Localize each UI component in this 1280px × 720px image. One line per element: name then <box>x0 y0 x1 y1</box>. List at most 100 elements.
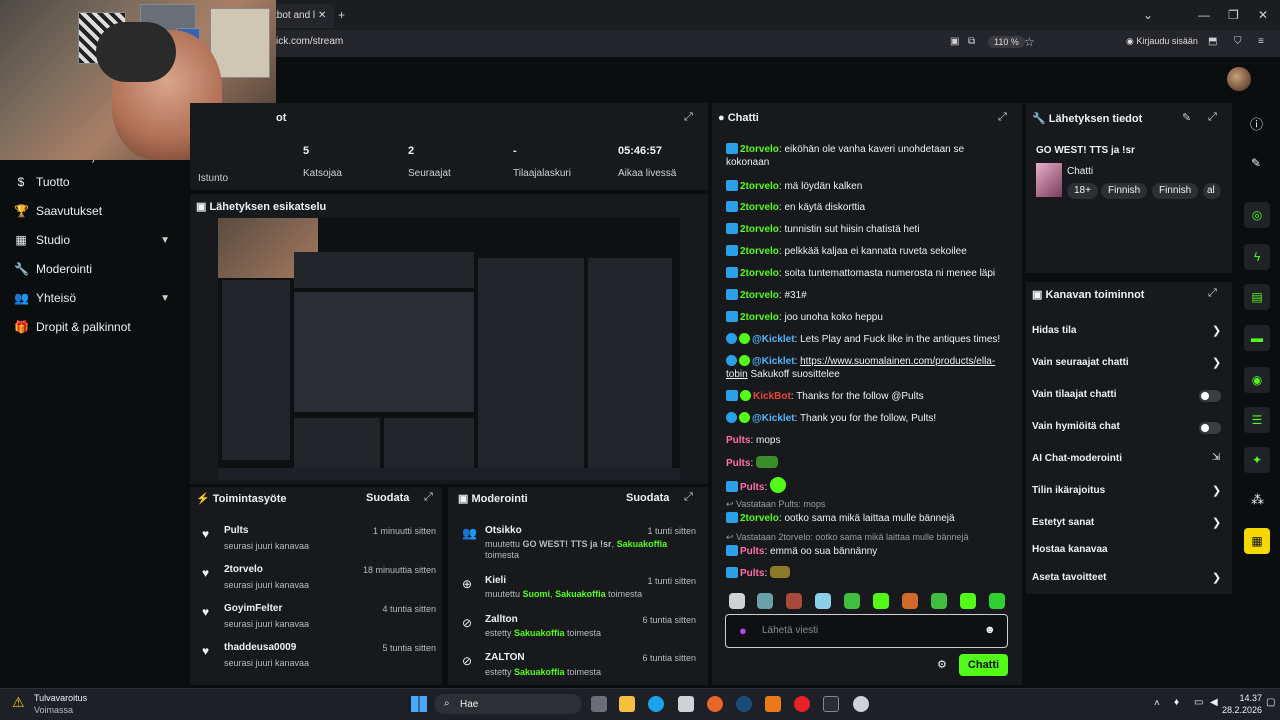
document-icon[interactable]: ▤ <box>1244 284 1270 310</box>
expand-icon[interactable]: ⤢ <box>998 111 1007 124</box>
weather-title[interactable]: Tulvavaroitus <box>34 693 87 703</box>
gear-icon[interactable]: ⚙ <box>937 658 947 671</box>
close-window-icon[interactable]: ✕ <box>1258 8 1268 22</box>
settings-icon[interactable] <box>853 696 869 712</box>
emote-icon[interactable] <box>902 593 918 609</box>
activity-filter-button[interactable]: Suodata <box>366 492 409 504</box>
tab-list-icon[interactable]: ⌄ <box>1143 8 1153 22</box>
shield-icon[interactable]: ⛉ <box>1234 36 1242 47</box>
lightning-icon[interactable]: ϟ <box>1244 244 1270 270</box>
expand-icon[interactable]: ⤢ <box>684 111 693 124</box>
login-button[interactable]: ◉ Kirjaudu sisään <box>1126 36 1198 47</box>
file-explorer-icon[interactable] <box>619 696 635 712</box>
emote-icon[interactable] <box>844 593 860 609</box>
emote-icon[interactable] <box>786 593 802 609</box>
screenshot-icon[interactable]: ⧉ <box>968 36 975 47</box>
activity-user[interactable]: thaddeusa0009 <box>224 642 296 653</box>
clock-time[interactable]: 14.37 <box>1220 693 1262 703</box>
chevron-right-icon[interactable]: ❯ <box>1212 571 1221 584</box>
microphone-tray-icon[interactable]: ♦ <box>1174 697 1179 708</box>
notification-icon[interactable]: ▢ <box>1266 697 1275 708</box>
terminal-icon[interactable] <box>823 696 839 712</box>
chat-input[interactable]: Lähetä viesti <box>762 625 818 636</box>
blocked-words-item[interactable]: Estetyt sanat <box>1032 517 1094 528</box>
info-icon[interactable]: ⓘ <box>1250 114 1263 133</box>
sidebar-item-yhteiso[interactable]: 👥 Yhteisö ▼ <box>14 291 182 305</box>
emote-icon[interactable] <box>757 593 773 609</box>
emote-icon[interactable] <box>815 593 831 609</box>
chevron-up-icon[interactable]: ˄ <box>1154 698 1160 709</box>
emote-picker-icon[interactable] <box>729 593 745 609</box>
firefox-icon[interactable] <box>707 696 723 712</box>
stream-info-title: 🔧 Lähetyksen tiedot <box>1032 112 1142 125</box>
vlc-icon[interactable] <box>765 696 781 712</box>
moderation-filter-button[interactable]: Suodata <box>626 492 669 504</box>
sidebar-item-moderointi[interactable]: 🔧 Moderointi <box>14 262 182 276</box>
sidebar-item-dropit[interactable]: 🎁 Dropit & palkinnot <box>14 320 182 334</box>
ai-moderation-item[interactable]: AI Chat-moderointi <box>1032 453 1122 464</box>
emote-only-toggle[interactable] <box>1199 422 1221 434</box>
broadcast-icon[interactable]: ◉ <box>1244 367 1270 393</box>
pencil-icon[interactable]: ✎ <box>1251 156 1261 170</box>
clock-date[interactable]: 28.2.2026 <box>1212 705 1262 715</box>
emote-icon[interactable] <box>960 593 976 609</box>
emoji-icon[interactable]: ☻ <box>984 624 996 636</box>
sidebar-item-tuotto[interactable]: $ Tuotto <box>14 175 182 189</box>
send-button[interactable]: Chatti <box>959 654 1008 676</box>
activity-user[interactable]: GoyimFelter <box>224 603 282 614</box>
extensions-icon[interactable]: ⬒ <box>1208 36 1217 47</box>
menu-icon[interactable]: ≡ <box>1258 36 1264 47</box>
age-restriction-item[interactable]: Tilin ikärajoitus <box>1032 485 1105 496</box>
expand-icon[interactable]: ⤢ <box>1208 111 1217 124</box>
store-icon[interactable] <box>678 696 694 712</box>
taskbar-search-box[interactable] <box>434 694 582 714</box>
list-icon[interactable]: ☰ <box>1244 407 1270 433</box>
chevron-right-icon[interactable]: ❯ <box>1212 516 1221 529</box>
maximize-icon[interactable]: ❐ <box>1228 8 1239 22</box>
chat-icon[interactable]: ▬ <box>1244 325 1270 351</box>
chevron-right-icon[interactable]: ❯ <box>1212 484 1221 497</box>
steam-icon[interactable] <box>736 696 752 712</box>
expand-icon[interactable]: ⤢ <box>1208 287 1217 300</box>
chat-message: Pults: mops <box>726 435 781 446</box>
slow-mode-item[interactable]: Hidas tila <box>1032 325 1076 336</box>
browser-tab[interactable]: tbot and l ✕ <box>270 4 334 28</box>
chevron-right-icon[interactable]: ❯ <box>1212 356 1221 369</box>
url-field[interactable]: ick.com/stream <box>276 36 343 47</box>
emote-icon[interactable] <box>931 593 947 609</box>
sidebar-item-studio[interactable]: ▦ Studio ▼ <box>14 233 182 247</box>
emote-icon[interactable] <box>989 593 1005 609</box>
minimize-icon[interactable]: — <box>1198 8 1210 22</box>
opera-icon[interactable] <box>794 696 810 712</box>
followers-only-item[interactable]: Vain seuraajat chatti <box>1032 357 1129 368</box>
external-link-icon[interactable]: ⇲ <box>1212 452 1220 463</box>
chevron-right-icon[interactable]: ❯ <box>1212 324 1221 337</box>
activity-title-label: Toimintasyöte <box>212 493 287 505</box>
microphone-icon[interactable]: ● <box>739 623 747 638</box>
category-name[interactable]: Chatti <box>1067 166 1093 177</box>
task-view-icon[interactable] <box>591 696 607 712</box>
activity-user[interactable]: 2torvelo <box>224 564 263 575</box>
activity-user[interactable]: Pults <box>224 525 248 536</box>
host-channel-item[interactable]: Hostaa kanavaa <box>1032 544 1108 555</box>
camera-icon[interactable]: ◎ <box>1244 202 1270 228</box>
edit-icon[interactable]: ✎ <box>1182 111 1191 124</box>
emote-icon[interactable] <box>873 593 889 609</box>
subscribers-only-toggle[interactable] <box>1199 390 1221 402</box>
bookmark-star-icon[interactable]: ☆ <box>1024 35 1035 49</box>
clapper-icon[interactable]: ▦ <box>1244 528 1270 554</box>
avatar[interactable] <box>1227 67 1251 91</box>
new-tab-button[interactable]: + <box>338 8 345 22</box>
network-icon[interactable]: ▭ <box>1194 697 1203 708</box>
expand-icon[interactable]: ⤢ <box>424 491 433 504</box>
windows-start-icon[interactable] <box>411 696 427 712</box>
close-icon[interactable]: ✕ <box>318 10 326 21</box>
picture-icon[interactable]: ▣ <box>950 36 959 47</box>
zoom-level[interactable]: 110 % <box>988 36 1025 48</box>
wrench-icon[interactable]: ✦ <box>1244 447 1270 473</box>
edge-icon[interactable] <box>648 696 664 712</box>
connections-icon[interactable]: ⁂ <box>1251 492 1264 508</box>
expand-icon[interactable]: ⤢ <box>684 491 693 504</box>
set-goals-item[interactable]: Aseta tavoitteet <box>1032 572 1106 583</box>
sidebar-item-saavutukset[interactable]: 🏆 Saavutukset <box>14 204 182 218</box>
